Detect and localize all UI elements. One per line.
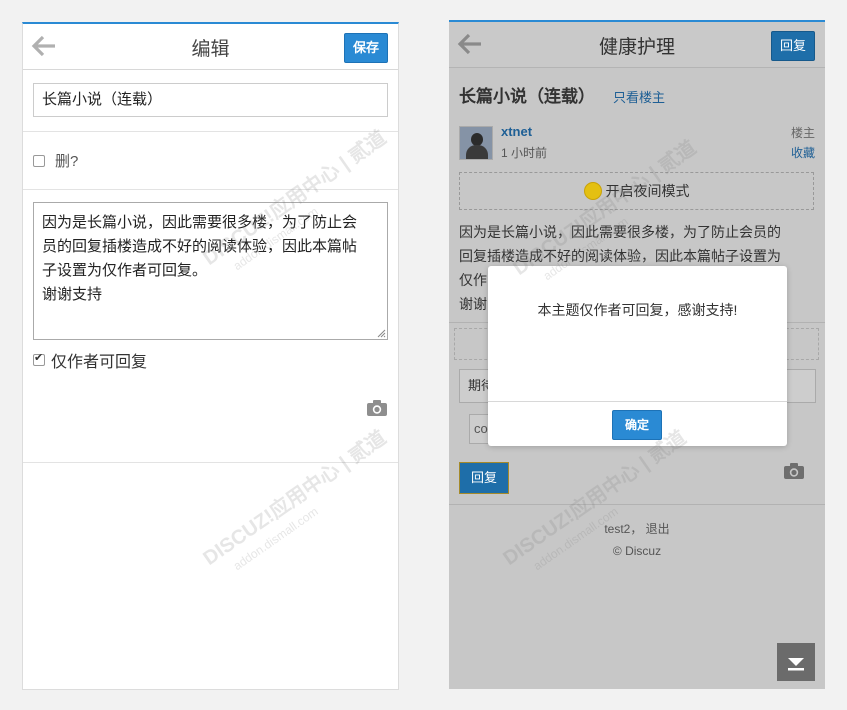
camera-icon[interactable] <box>783 462 805 480</box>
favorite-link[interactable]: 收藏 <box>791 144 815 161</box>
night-mode-icon <box>583 182 602 200</box>
post-time: 1 小时前 <box>501 146 548 160</box>
page-title: 健康护理 <box>598 37 675 58</box>
resize-handle-icon[interactable] <box>377 329 386 338</box>
night-mode-button[interactable]: 开启夜间模式 <box>459 172 814 210</box>
author-only-row: 仅作者可回复 <box>23 340 398 380</box>
night-mode-label: 开启夜间模式 <box>605 183 690 199</box>
author-only-checkbox[interactable] <box>33 351 45 366</box>
thread-header: 健康护理 回复 <box>449 22 825 68</box>
edit-header: 编辑 保存 <box>23 24 398 70</box>
screenshot-stage: 编辑 保存 长篇小说（连载） 删? 因为是长篇小说，因此需要很多楼，为了防止会 … <box>0 0 847 710</box>
message-line: 因为是长篇小说，因此需要很多楼，为了防止会 <box>42 214 358 231</box>
subject-row: 长篇小说（连载） <box>23 70 398 132</box>
save-button[interactable]: 保存 <box>343 33 388 63</box>
avatar[interactable] <box>459 126 493 160</box>
subject-input[interactable]: 长篇小说（连载） <box>33 83 388 117</box>
divider <box>23 462 398 463</box>
camera-icon[interactable] <box>366 399 388 417</box>
confirm-button[interactable]: 确定 <box>612 410 662 440</box>
dialog-message: 本主题仅作者可回复，感谢支持! <box>537 302 738 318</box>
footer-copyright: © Discuz <box>612 544 662 558</box>
reply-header-button[interactable]: 回复 <box>770 31 815 61</box>
alert-dialog: 本主题仅作者可回复，感谢支持! 确定 <box>488 266 787 446</box>
message-textarea[interactable]: 因为是长篇小说，因此需要很多楼，为了防止会 员的回复插楼造成不好的阅读体验，因此… <box>33 202 388 340</box>
message-area: 因为是长篇小说，因此需要很多楼，为了防止会 员的回复插楼造成不好的阅读体验，因此… <box>23 190 398 340</box>
page-title: 编辑 <box>191 39 230 60</box>
thread-title: 长篇小说（连载） <box>459 87 595 106</box>
author-only-label: 仅作者可回复 <box>51 354 148 371</box>
chevron-down-icon[interactable] <box>777 643 815 681</box>
divider <box>488 401 787 402</box>
message-line: 谢谢支持 <box>42 286 103 303</box>
only-author-link[interactable]: 只看楼主 <box>613 87 665 106</box>
username-link[interactable]: xtnet <box>501 124 532 139</box>
footer-user[interactable]: test2， 退出 <box>449 520 825 537</box>
divider <box>449 504 825 505</box>
floor-label: 楼主 <box>790 126 815 140</box>
delete-label: 删? <box>55 153 79 170</box>
message-line: 员的回复插楼造成不好的阅读体验，因此本篇帖 <box>42 238 358 255</box>
delete-row: 删? <box>23 132 398 190</box>
reply-submit-button[interactable]: 回复 <box>459 462 509 494</box>
post-line: 因为是长篇小说，因此需要很多楼，为了防止会员的 <box>459 224 781 240</box>
post-line: 回复插楼造成不好的阅读体验，因此本篇帖子设置为 <box>459 248 781 264</box>
edit-screen: 编辑 保存 长篇小说（连载） 删? 因为是长篇小说，因此需要很多楼，为了防止会 … <box>22 22 399 690</box>
message-line: 子设置为仅作者可回复。 <box>42 262 208 279</box>
thread-title-row: 长篇小说（连载） 只看楼主 <box>459 82 665 107</box>
delete-checkbox[interactable] <box>33 154 45 167</box>
